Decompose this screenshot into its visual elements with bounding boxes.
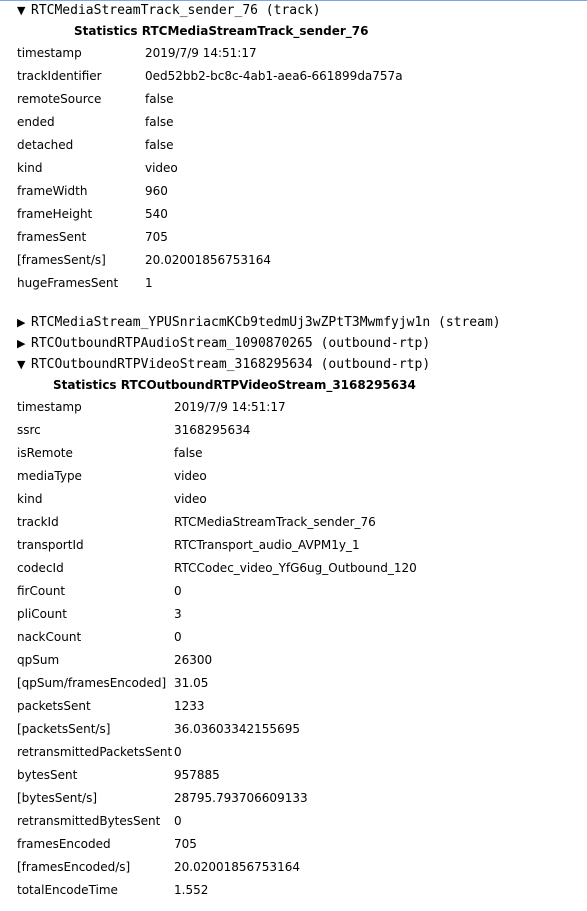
stat-value: 705 xyxy=(174,837,197,851)
stat-key: nackCount xyxy=(17,630,82,644)
section-track-summary[interactable]: ▼ RTCMediaStreamTrack_sender_76 (track) xyxy=(17,2,321,20)
stat-key: bytesSent xyxy=(17,768,78,782)
stat-value: 0 xyxy=(174,630,182,644)
section-stream-summary[interactable]: ▶ RTCMediaStream_YPUSnriacmKCb9tedmUj3wZP… xyxy=(17,314,501,332)
stat-value: RTCCodec_video_YfG6ug_Outbound_120 xyxy=(174,561,417,575)
section-outbound-audio-header: RTCOutboundRTPAudioStream_1090870265 (ou… xyxy=(31,336,431,351)
stat-key: [packetsSent/s] xyxy=(17,722,111,736)
stat-value: false xyxy=(174,446,203,460)
stat-value: 20.02001856753164 xyxy=(174,860,300,874)
stat-key: qpSum xyxy=(17,653,60,667)
stat-value: video xyxy=(145,161,178,175)
stat-value: video xyxy=(174,492,207,506)
stat-value: 0 xyxy=(174,745,182,759)
stat-key: timestamp xyxy=(17,400,82,414)
stat-key: mediaType xyxy=(17,469,82,483)
stat-key: pliCount xyxy=(17,607,67,621)
stat-key: codecId xyxy=(17,561,64,575)
stat-key: ended xyxy=(17,115,55,129)
stat-key: kind xyxy=(17,492,43,506)
stat-value: 3 xyxy=(174,607,182,621)
section-outbound-audio-summary[interactable]: ▶ RTCOutboundRTPAudioStream_1090870265 (o… xyxy=(17,335,430,353)
stat-key: totalEncodeTime xyxy=(17,883,118,897)
expanded-triangle-icon: ▼ xyxy=(17,358,26,371)
stat-key: [bytesSent/s] xyxy=(17,791,98,805)
focus-outline xyxy=(0,0,587,1)
stat-key: framesSent xyxy=(17,230,87,244)
stat-value: false xyxy=(145,115,174,129)
stat-key: hugeFramesSent xyxy=(17,276,119,290)
stat-value: 960 xyxy=(145,184,168,198)
stat-key: retransmittedBytesSent xyxy=(17,814,161,828)
section-stream-header: RTCMediaStream_YPUSnriacmKCb9tedmUj3wZPt… xyxy=(31,315,501,330)
stat-value: 0 xyxy=(174,584,182,598)
stat-value: RTCMediaStreamTrack_sender_76 xyxy=(174,515,376,529)
stat-key: [qpSum/framesEncoded] xyxy=(17,676,167,690)
section-track-header: RTCMediaStreamTrack_sender_76 (track) xyxy=(31,3,321,18)
stat-value: 28795.793706609133 xyxy=(174,791,308,805)
stat-key: framesEncoded xyxy=(17,837,111,851)
stat-value: 26300 xyxy=(174,653,213,667)
expanded-triangle-icon: ▼ xyxy=(17,4,26,17)
stat-key: transportId xyxy=(17,538,84,552)
stat-value: 540 xyxy=(145,207,168,221)
stat-value: 20.02001856753164 xyxy=(145,253,271,267)
stats-title-outbound-video: Statistics RTCOutboundRTPVideoStream_316… xyxy=(53,378,416,392)
stat-key: timestamp xyxy=(17,46,82,60)
stat-value: 2019/7/9 14:51:17 xyxy=(174,400,286,414)
stat-key: packetsSent xyxy=(17,699,91,713)
stat-value: 705 xyxy=(145,230,168,244)
stat-key: kind xyxy=(17,161,43,175)
stat-key: frameWidth xyxy=(17,184,88,198)
stats-title-track: Statistics RTCMediaStreamTrack_sender_76 xyxy=(74,24,369,38)
stat-value: 1.552 xyxy=(174,883,209,897)
stat-value: 31.05 xyxy=(174,676,209,690)
stat-value: 0ed52bb2-bc8c-4ab1-aea6-661899da757a xyxy=(145,69,403,83)
stat-value: false xyxy=(145,138,174,152)
collapsed-triangle-icon: ▶ xyxy=(17,337,26,350)
stat-value: false xyxy=(145,92,174,106)
stat-key: trackIdentifier xyxy=(17,69,102,83)
stat-value: RTCTransport_audio_AVPM1y_1 xyxy=(174,538,360,552)
stat-value: 2019/7/9 14:51:17 xyxy=(145,46,257,60)
section-outbound-video-summary[interactable]: ▼ RTCOutboundRTPVideoStream_3168295634 (o… xyxy=(17,356,430,374)
stat-key: frameHeight xyxy=(17,207,93,221)
stat-key: remoteSource xyxy=(17,92,102,106)
stat-value: video xyxy=(174,469,207,483)
stat-key: retransmittedPacketsSent xyxy=(17,745,173,759)
stat-key: [framesSent/s] xyxy=(17,253,106,267)
stat-key: firCount xyxy=(17,584,66,598)
stat-value: 1 xyxy=(145,276,153,290)
stat-key: [framesEncoded/s] xyxy=(17,860,131,874)
stat-key: trackId xyxy=(17,515,59,529)
stat-key: ssrc xyxy=(17,423,41,437)
stat-key: detached xyxy=(17,138,74,152)
stat-value: 0 xyxy=(174,814,182,828)
section-outbound-video-header: RTCOutboundRTPVideoStream_3168295634 (ou… xyxy=(31,357,431,372)
stat-value: 1233 xyxy=(174,699,205,713)
stat-value: 957885 xyxy=(174,768,220,782)
collapsed-triangle-icon: ▶ xyxy=(17,316,26,329)
stat-value: 36.03603342155695 xyxy=(174,722,300,736)
stat-key: isRemote xyxy=(17,446,73,460)
stat-value: 3168295634 xyxy=(174,423,251,437)
